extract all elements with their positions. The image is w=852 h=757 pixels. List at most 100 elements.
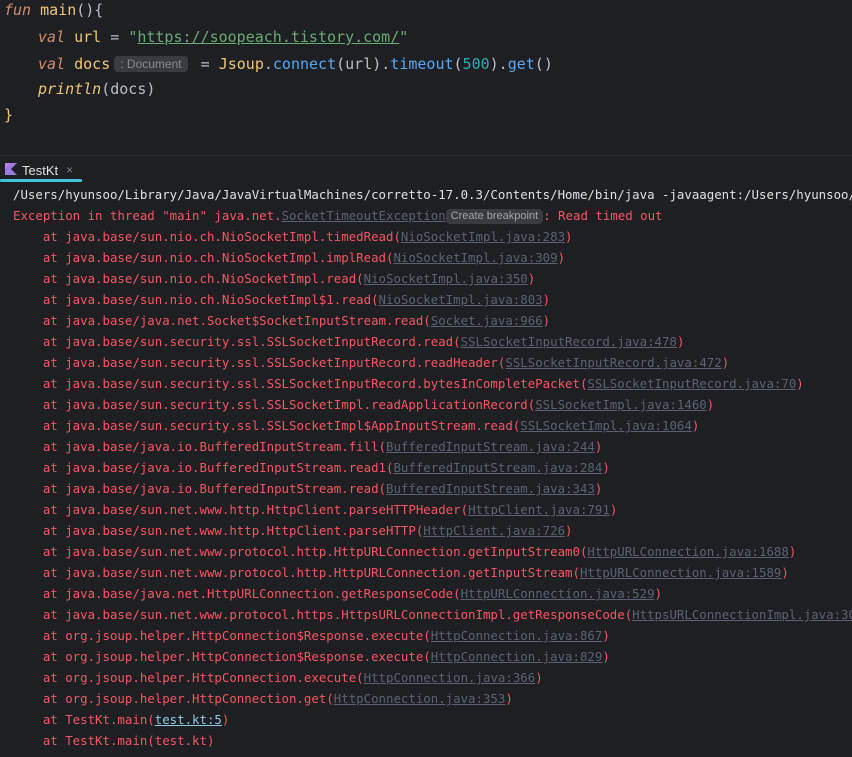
run-tabbar: TestKt × xyxy=(0,158,852,182)
source-link[interactable]: HttpConnection.java:867 xyxy=(431,628,603,643)
source-link[interactable]: HttpURLConnection.java:1589 xyxy=(580,565,781,580)
frame-end: ) xyxy=(691,418,700,433)
frame-end: ) xyxy=(721,355,730,370)
frame-text: at org.jsoup.helper.HttpConnection.get( xyxy=(13,691,334,706)
frame-text: at java.base/java.io.BufferedInputStream… xyxy=(13,481,386,496)
type-hint: : Document xyxy=(114,56,188,72)
stack-frame: at java.base/sun.net.www.protocol.https.… xyxy=(13,604,852,625)
code-editor[interactable]: fun main(){ val url = "https://soopeach.… xyxy=(0,0,852,155)
frame-text: at java.base/sun.nio.ch.NioSocketImpl.im… xyxy=(13,250,394,265)
frame-text: at java.base/java.io.BufferedInputStream… xyxy=(13,460,394,475)
stack-frame: at java.base/java.io.BufferedInputStream… xyxy=(13,436,603,457)
stack-frame: at java.base/sun.nio.ch.NioSocketImpl.ti… xyxy=(13,226,573,247)
stack-frame: at java.base/sun.net.www.http.HttpClient… xyxy=(13,499,617,520)
source-link[interactable]: HttpURLConnection.java:529 xyxy=(461,586,655,601)
frame-text: at java.base/sun.net.www.protocol.http.H… xyxy=(13,544,588,559)
frame-end: ) xyxy=(542,292,551,307)
stack-frame: at java.base/sun.nio.ch.NioSocketImpl$1.… xyxy=(13,289,550,310)
source-link[interactable]: SSLSocketImpl.java:1460 xyxy=(535,397,707,412)
source-link[interactable]: SSLSocketInputRecord.java:472 xyxy=(505,355,721,370)
stack-frame: at java.base/sun.nio.ch.NioSocketImpl.im… xyxy=(13,247,565,268)
frame-text: at java.base/sun.nio.ch.NioSocketImpl.re… xyxy=(13,271,364,286)
source-link[interactable]: Socket.java:966 xyxy=(431,313,543,328)
frame-text: at java.base/java.io.BufferedInputStream… xyxy=(13,439,386,454)
frame-end: ) xyxy=(221,712,230,727)
source-link[interactable]: test.kt:5 xyxy=(155,712,222,727)
frame-end: ) xyxy=(565,229,573,244)
tab-label: TestKt xyxy=(22,162,59,178)
stack-frame: at org.jsoup.helper.HttpConnection.execu… xyxy=(13,667,543,688)
frame-text: at java.base/java.net.Socket$SocketInput… xyxy=(13,313,431,328)
frame-end: ) xyxy=(796,376,804,391)
frame-end: ) xyxy=(542,313,551,328)
source-link[interactable]: SSLSocketImpl.java:1064 xyxy=(520,418,692,433)
frame-end: ) xyxy=(505,691,513,706)
frame-end: ) xyxy=(676,334,685,349)
source-link[interactable]: NioSocketImpl.java:283 xyxy=(401,229,565,244)
frame-end: ) xyxy=(594,481,603,496)
source-link[interactable]: HttpConnection.java:353 xyxy=(334,691,506,706)
source-link[interactable]: NioSocketImpl.java:350 xyxy=(364,271,528,286)
panel-divider[interactable] xyxy=(0,155,852,156)
code-line-2: val url = "https://soopeach.tistory.com/… xyxy=(38,28,409,46)
frame-text: at java.base/sun.nio.ch.NioSocketImpl$1.… xyxy=(13,292,379,307)
source-link[interactable]: HttpClient.java:726 xyxy=(423,523,565,538)
source-link[interactable]: BufferedInputStream.java:244 xyxy=(386,439,595,454)
stack-frame: at java.base/sun.security.ssl.SSLSocketI… xyxy=(13,394,714,415)
frame-text: at TestKt.main(test.kt) xyxy=(13,733,215,748)
frame-end: ) xyxy=(527,271,536,286)
frame-end: ) xyxy=(781,565,789,580)
stack-frame: at java.base/sun.net.www.protocol.http.H… xyxy=(13,562,789,583)
code-line-5: } xyxy=(4,106,14,124)
frame-end: ) xyxy=(609,502,618,517)
kotlin-icon xyxy=(4,162,18,179)
frame-text: at java.base/sun.net.www.http.HttpClient… xyxy=(13,523,424,538)
frame-text: at java.base/sun.security.ssl.SSLSocketI… xyxy=(13,355,506,370)
source-link[interactable]: HttpURLConnection.java:1688 xyxy=(587,544,788,559)
source-link[interactable]: HttpClient.java:791 xyxy=(468,502,610,517)
stack-frame: at java.base/sun.nio.ch.NioSocketImpl.re… xyxy=(13,268,535,289)
run-command: /Users/hyunsoo/Library/Java/JavaVirtualM… xyxy=(13,187,852,202)
create-breakpoint-button[interactable]: Create breakpoint xyxy=(445,209,544,224)
stack-frame: at java.base/sun.security.ssl.SSLSocketI… xyxy=(13,373,804,394)
source-link[interactable]: BufferedInputStream.java:284 xyxy=(393,460,602,475)
exception-class-link[interactable]: SocketTimeoutException xyxy=(282,208,446,223)
stack-frame: at java.base/java.io.BufferedInputStream… xyxy=(13,478,603,499)
stack-frame: at java.base/sun.security.ssl.SSLSocketI… xyxy=(13,415,700,436)
stack-frame: at org.jsoup.helper.HttpConnection$Respo… xyxy=(13,646,610,667)
stack-frame: at org.jsoup.helper.HttpConnection$Respo… xyxy=(13,625,610,646)
close-icon[interactable]: × xyxy=(66,163,73,177)
frame-text: at java.base/sun.security.ssl.SSLSocketI… xyxy=(13,376,588,391)
source-link[interactable]: SSLSocketInputRecord.java:70 xyxy=(587,376,796,391)
frame-end: ) xyxy=(594,439,603,454)
frame-text: at org.jsoup.helper.HttpConnection$Respo… xyxy=(13,649,431,664)
frame-end: ) xyxy=(788,544,797,559)
source-link[interactable]: BufferedInputStream.java:343 xyxy=(386,481,595,496)
code-line-4: println(docs) xyxy=(38,80,156,98)
frame-text: at java.base/sun.net.www.protocol.https.… xyxy=(13,607,633,622)
stack-frame: at java.base/sun.net.www.protocol.http.H… xyxy=(13,541,796,562)
frame-text: at org.jsoup.helper.HttpConnection.execu… xyxy=(13,670,364,685)
frame-end: ) xyxy=(602,649,610,664)
stack-frame: at java.base/sun.security.ssl.SSLSocketI… xyxy=(13,352,729,373)
source-link[interactable]: SSLSocketInputRecord.java:478 xyxy=(461,334,677,349)
frame-text: at java.base/java.net.HttpURLConnection.… xyxy=(13,586,461,601)
stack-frame: at org.jsoup.helper.HttpConnection.get(H… xyxy=(13,688,513,709)
frame-text: at TestKt.main( xyxy=(13,712,155,727)
frame-text: at java.base/sun.security.ssl.SSLSocketI… xyxy=(13,397,536,412)
frame-end: ) xyxy=(706,397,715,412)
stack-frame: at java.base/java.io.BufferedInputStream… xyxy=(13,457,610,478)
source-link[interactable]: NioSocketImpl.java:309 xyxy=(393,250,557,265)
stack-frame: at java.base/java.net.HttpURLConnection.… xyxy=(13,583,662,604)
frame-end: ) xyxy=(602,460,610,475)
frame-end: ) xyxy=(602,628,610,643)
source-link[interactable]: HttpsURLConnectionImpl.java:308 xyxy=(632,607,852,622)
source-link[interactable]: HttpConnection.java:829 xyxy=(431,649,603,664)
source-link[interactable]: NioSocketImpl.java:803 xyxy=(379,292,543,307)
stack-frame: at java.base/sun.net.www.http.HttpClient… xyxy=(13,520,573,541)
frame-text: at java.base/sun.security.ssl.SSLSocketI… xyxy=(13,418,521,433)
url-string[interactable]: https://soopeach.tistory.com/ xyxy=(137,28,399,46)
source-link[interactable]: HttpConnection.java:366 xyxy=(364,670,536,685)
code-line-1: fun main(){ xyxy=(4,1,104,19)
frame-end: ) xyxy=(557,250,566,265)
